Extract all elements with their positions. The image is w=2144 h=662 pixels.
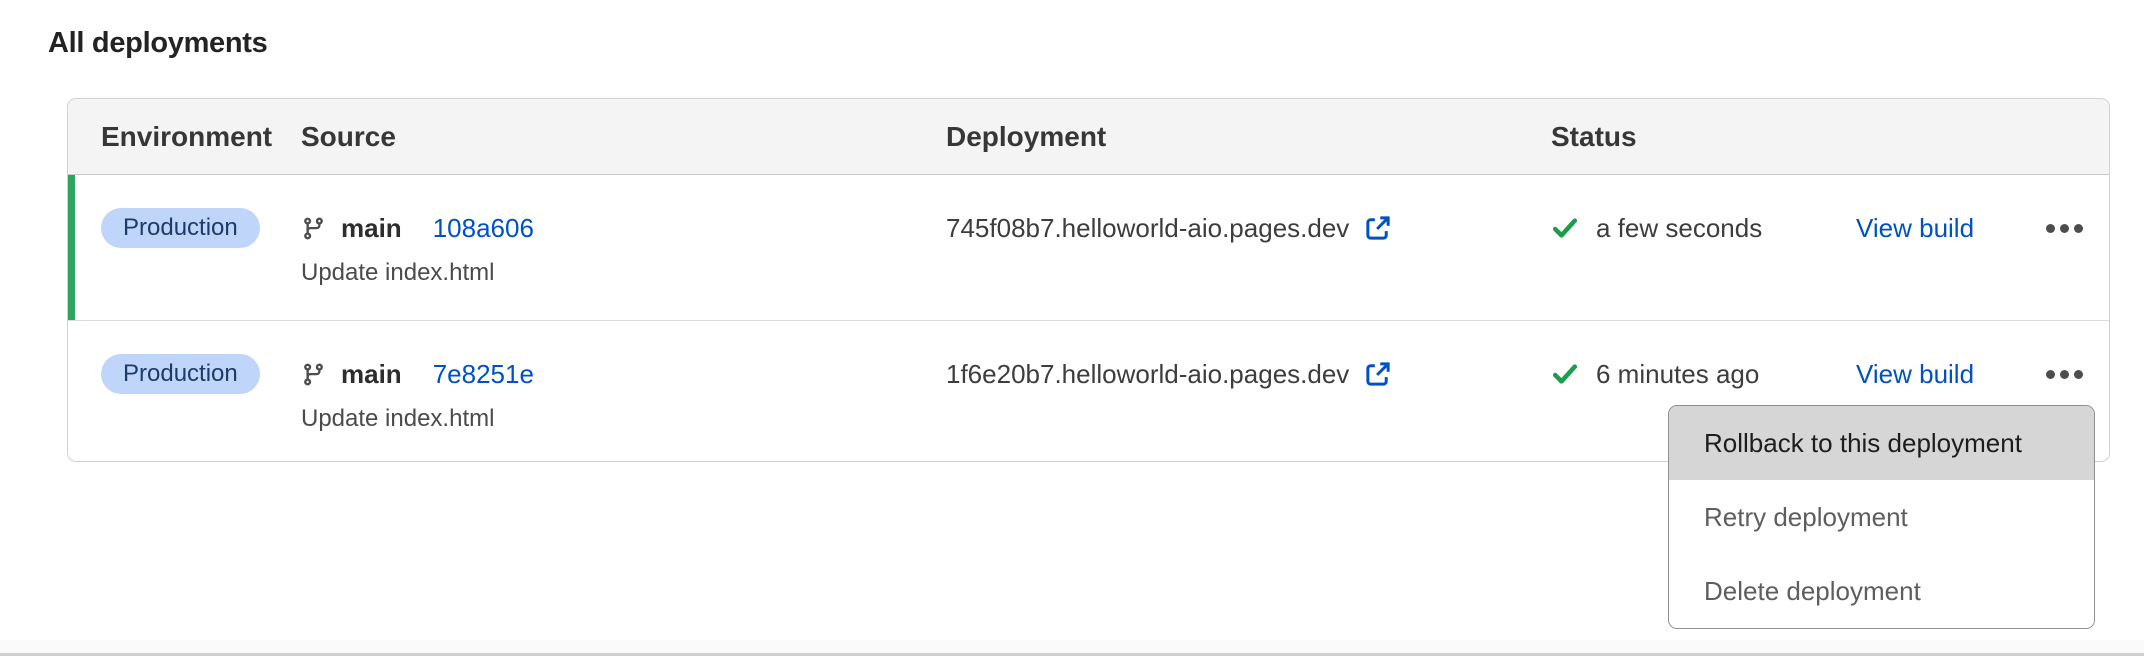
section-divider-band	[0, 640, 2144, 653]
menu-item-rollback[interactable]: Rollback to this deployment	[1669, 406, 2094, 480]
environment-badge: Production	[101, 208, 260, 248]
page-title: All deployments	[48, 27, 268, 60]
status-time: a few seconds	[1596, 213, 1762, 244]
deployments-page: All deployments Environment Source Deplo…	[0, 0, 2144, 662]
deployment-url: 745f08b7.helloworld-aio.pages.dev	[946, 213, 1349, 244]
menu-item-retry[interactable]: Retry deployment	[1669, 480, 2094, 554]
section-divider	[0, 653, 2144, 656]
environment-badge: Production	[101, 354, 260, 394]
view-build-link[interactable]: View build	[1856, 359, 1974, 390]
git-branch-icon	[301, 362, 326, 387]
column-header-source: Source	[301, 121, 946, 153]
branch-name: main	[341, 213, 402, 244]
success-check-icon	[1551, 360, 1579, 388]
row-actions-menu-button[interactable]	[2046, 206, 2083, 250]
deployment-row: Production main 108a606 Update index.htm…	[68, 175, 2109, 321]
deployment-actions-menu: Rollback to this deployment Retry deploy…	[1668, 405, 2095, 629]
commit-link[interactable]: 7e8251e	[433, 359, 534, 390]
commit-message: Update index.html	[301, 259, 946, 287]
current-deployment-indicator	[68, 175, 75, 320]
row-actions-menu-button[interactable]	[2046, 352, 2083, 396]
column-header-status: Status	[1551, 121, 1856, 153]
status-time: 6 minutes ago	[1596, 359, 1759, 390]
commit-link[interactable]: 108a606	[433, 213, 534, 244]
external-link-icon[interactable]	[1364, 214, 1392, 242]
deployment-url: 1f6e20b7.helloworld-aio.pages.dev	[946, 359, 1349, 390]
view-build-link[interactable]: View build	[1856, 213, 1974, 244]
git-branch-icon	[301, 216, 326, 241]
commit-message: Update index.html	[301, 405, 946, 433]
column-header-environment: Environment	[101, 121, 301, 153]
branch-name: main	[341, 359, 402, 390]
column-header-deployment: Deployment	[946, 121, 1551, 153]
success-check-icon	[1551, 214, 1579, 242]
menu-item-delete[interactable]: Delete deployment	[1669, 554, 2094, 628]
table-header-row: Environment Source Deployment Status	[68, 99, 2109, 175]
external-link-icon[interactable]	[1364, 360, 1392, 388]
